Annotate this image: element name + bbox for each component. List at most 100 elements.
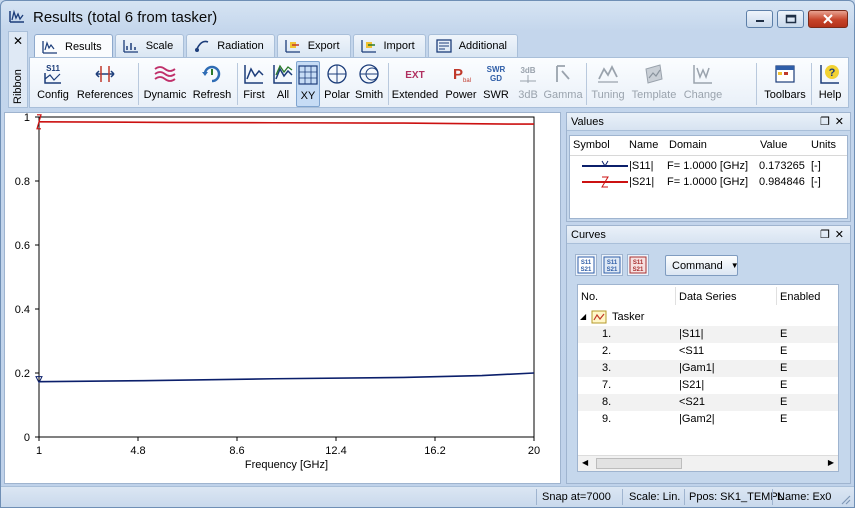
curves-toolbar: S11 S21 S11 S21 S11 S21 xyxy=(575,254,649,276)
plot-area[interactable]: 1 4.8 8.6 12.4 16.2 20 0 0.2 0.4 0.6 0.8 1 Frequency… xyxy=(4,112,561,484)
curve-enabled: E xyxy=(780,328,788,340)
config-icon: S11 xyxy=(40,61,66,87)
config-button[interactable]: S11 Config xyxy=(34,61,72,107)
curve-no: 8. xyxy=(602,396,612,408)
horizontal-scrollbar[interactable]: ◀ ▶ xyxy=(578,455,838,471)
minimize-icon xyxy=(755,20,764,22)
y-tick-label: 0 xyxy=(24,432,30,444)
curves-panel-title: Curves xyxy=(571,229,606,241)
scrollbar-thumb[interactable] xyxy=(596,458,682,469)
curve-series: <S11 xyxy=(679,345,705,357)
y-tick-label: 0.6 xyxy=(15,240,30,252)
tab-radiation[interactable]: Radiation xyxy=(186,34,275,57)
curve-series: |Gam1| xyxy=(679,362,715,374)
polar-button[interactable]: Polar xyxy=(321,61,353,107)
tuning-icon xyxy=(595,61,621,87)
column-divider xyxy=(675,287,676,305)
xy-grid-icon xyxy=(295,62,321,88)
xy-button[interactable]: XY xyxy=(296,61,320,107)
ribbon-separator xyxy=(388,63,389,105)
dynamic-button[interactable]: Dynamic xyxy=(142,61,188,107)
svg-text:S21: S21 xyxy=(581,267,592,273)
curves-select-first-button[interactable]: S11 S21 xyxy=(575,254,597,276)
3db-button[interactable]: 3dB 3dB xyxy=(514,61,542,107)
maximize-icon xyxy=(785,14,796,24)
x-axis-label: Frequency [GHz] xyxy=(245,459,328,471)
all-button[interactable]: All xyxy=(270,61,296,107)
tab-export[interactable]: Export xyxy=(276,34,351,57)
template-button[interactable]: Template xyxy=(630,61,678,107)
values-row-name: |S11| xyxy=(629,160,654,172)
curves-deselect-button[interactable]: S11 S21 xyxy=(627,254,649,276)
svg-text:S11: S11 xyxy=(633,260,644,266)
tab-additional-label: Additional xyxy=(458,40,508,52)
curve-enabled: E xyxy=(780,396,788,408)
status-ppos: Ppos: SK1_TEMPL xyxy=(689,491,784,503)
close-button[interactable] xyxy=(808,10,848,28)
first-button[interactable]: First xyxy=(240,61,268,107)
resize-grip-icon[interactable] xyxy=(839,493,851,505)
curve-no: 2. xyxy=(602,345,612,357)
toolbars-button[interactable]: Toolbars xyxy=(762,61,808,107)
extended-label: Extended xyxy=(391,89,439,101)
tab-additional[interactable]: Additional xyxy=(427,34,519,57)
status-separator xyxy=(772,489,773,505)
references-button[interactable]: References xyxy=(75,61,135,107)
command-dropdown[interactable]: Command ▼ xyxy=(665,255,739,276)
ribbon-toolbar: S11 Config References Dynamic Refresh Fi… xyxy=(29,57,849,108)
refresh-label: Refresh xyxy=(192,89,232,101)
curves-header-no: No. xyxy=(581,291,599,303)
extended-button[interactable]: EXT Extended xyxy=(391,61,439,107)
float-window-icon[interactable]: ❐ xyxy=(820,226,830,244)
minimize-button[interactable] xyxy=(746,10,773,28)
table-row[interactable]: 1. |S11| E xyxy=(578,326,838,343)
values-row-name: |S21| xyxy=(629,176,655,188)
radiation-tab-icon xyxy=(195,40,209,52)
values-header-divider xyxy=(570,155,847,156)
tuning-button[interactable]: Tuning xyxy=(590,61,626,107)
table-row[interactable]: 2. <S11 E xyxy=(578,343,838,360)
power-button[interactable]: Pbal Power xyxy=(444,61,478,107)
swr-button[interactable]: SWR GD SWR xyxy=(482,61,510,107)
gamma-button[interactable]: Gamma xyxy=(543,61,583,107)
ribbon-close-icon[interactable]: ✕ xyxy=(13,34,23,48)
x-tick-label: 1 xyxy=(36,445,42,457)
references-label: References xyxy=(76,89,134,101)
svg-text:P: P xyxy=(453,66,463,83)
table-row[interactable]: 3. |Gam1| E xyxy=(578,360,838,377)
values-close-icon[interactable]: ✕ xyxy=(835,113,844,131)
maximize-button[interactable] xyxy=(777,10,804,28)
change-button[interactable]: Change xyxy=(682,61,724,107)
table-row[interactable]: 9. |Gam2| E xyxy=(578,411,838,428)
scroll-right-icon[interactable]: ▶ xyxy=(828,458,834,467)
values-row-s21[interactable]: |S21| F= 1.0000 [GHz] 0.984846 [-] xyxy=(570,174,847,190)
tab-scale[interactable]: Scale xyxy=(114,34,185,57)
tab-export-label: Export xyxy=(307,40,340,52)
refresh-button[interactable]: Refresh xyxy=(190,61,234,107)
help-button[interactable]: ? Help xyxy=(816,61,844,107)
swr-icon: SWR GD xyxy=(483,61,509,87)
results-window: Results (total 6 from tasker) ✕ Ribbon R… xyxy=(0,0,855,508)
dropdown-arrow-icon: ▼ xyxy=(730,261,739,270)
svg-text:S21: S21 xyxy=(633,267,644,273)
toolbars-icon xyxy=(772,61,798,87)
curves-close-icon[interactable]: ✕ xyxy=(835,226,844,244)
table-row[interactable]: 8. <S21 E xyxy=(578,394,838,411)
tasker-group-row[interactable]: ◢ Tasker xyxy=(578,309,838,326)
xy-chart[interactable]: 1 4.8 8.6 12.4 16.2 20 0 0.2 0.4 0.6 0.8 1 Frequency… xyxy=(5,113,560,483)
extended-icon: EXT xyxy=(402,61,428,87)
smith-button[interactable]: Smith xyxy=(353,61,385,107)
table-row[interactable]: 7. |S21| E xyxy=(578,377,838,394)
collapse-arrow-icon[interactable]: ◢ xyxy=(580,312,586,321)
config-label: Config xyxy=(37,89,69,101)
ribbon-separator xyxy=(756,63,757,105)
toolbars-label: Toolbars xyxy=(764,89,806,101)
tab-import[interactable]: Import xyxy=(352,34,426,57)
float-window-icon[interactable]: ❐ xyxy=(820,113,830,131)
tab-results[interactable]: Results xyxy=(34,34,113,58)
curves-select-all-button[interactable]: S11 S21 xyxy=(601,254,623,276)
status-snap: Snap at=7000 xyxy=(542,491,611,503)
values-row-s11[interactable]: |S11| F= 1.0000 [GHz] 0.173265 [-] xyxy=(570,158,847,174)
first-curve-icon xyxy=(241,61,267,87)
scroll-left-icon[interactable]: ◀ xyxy=(582,458,588,467)
